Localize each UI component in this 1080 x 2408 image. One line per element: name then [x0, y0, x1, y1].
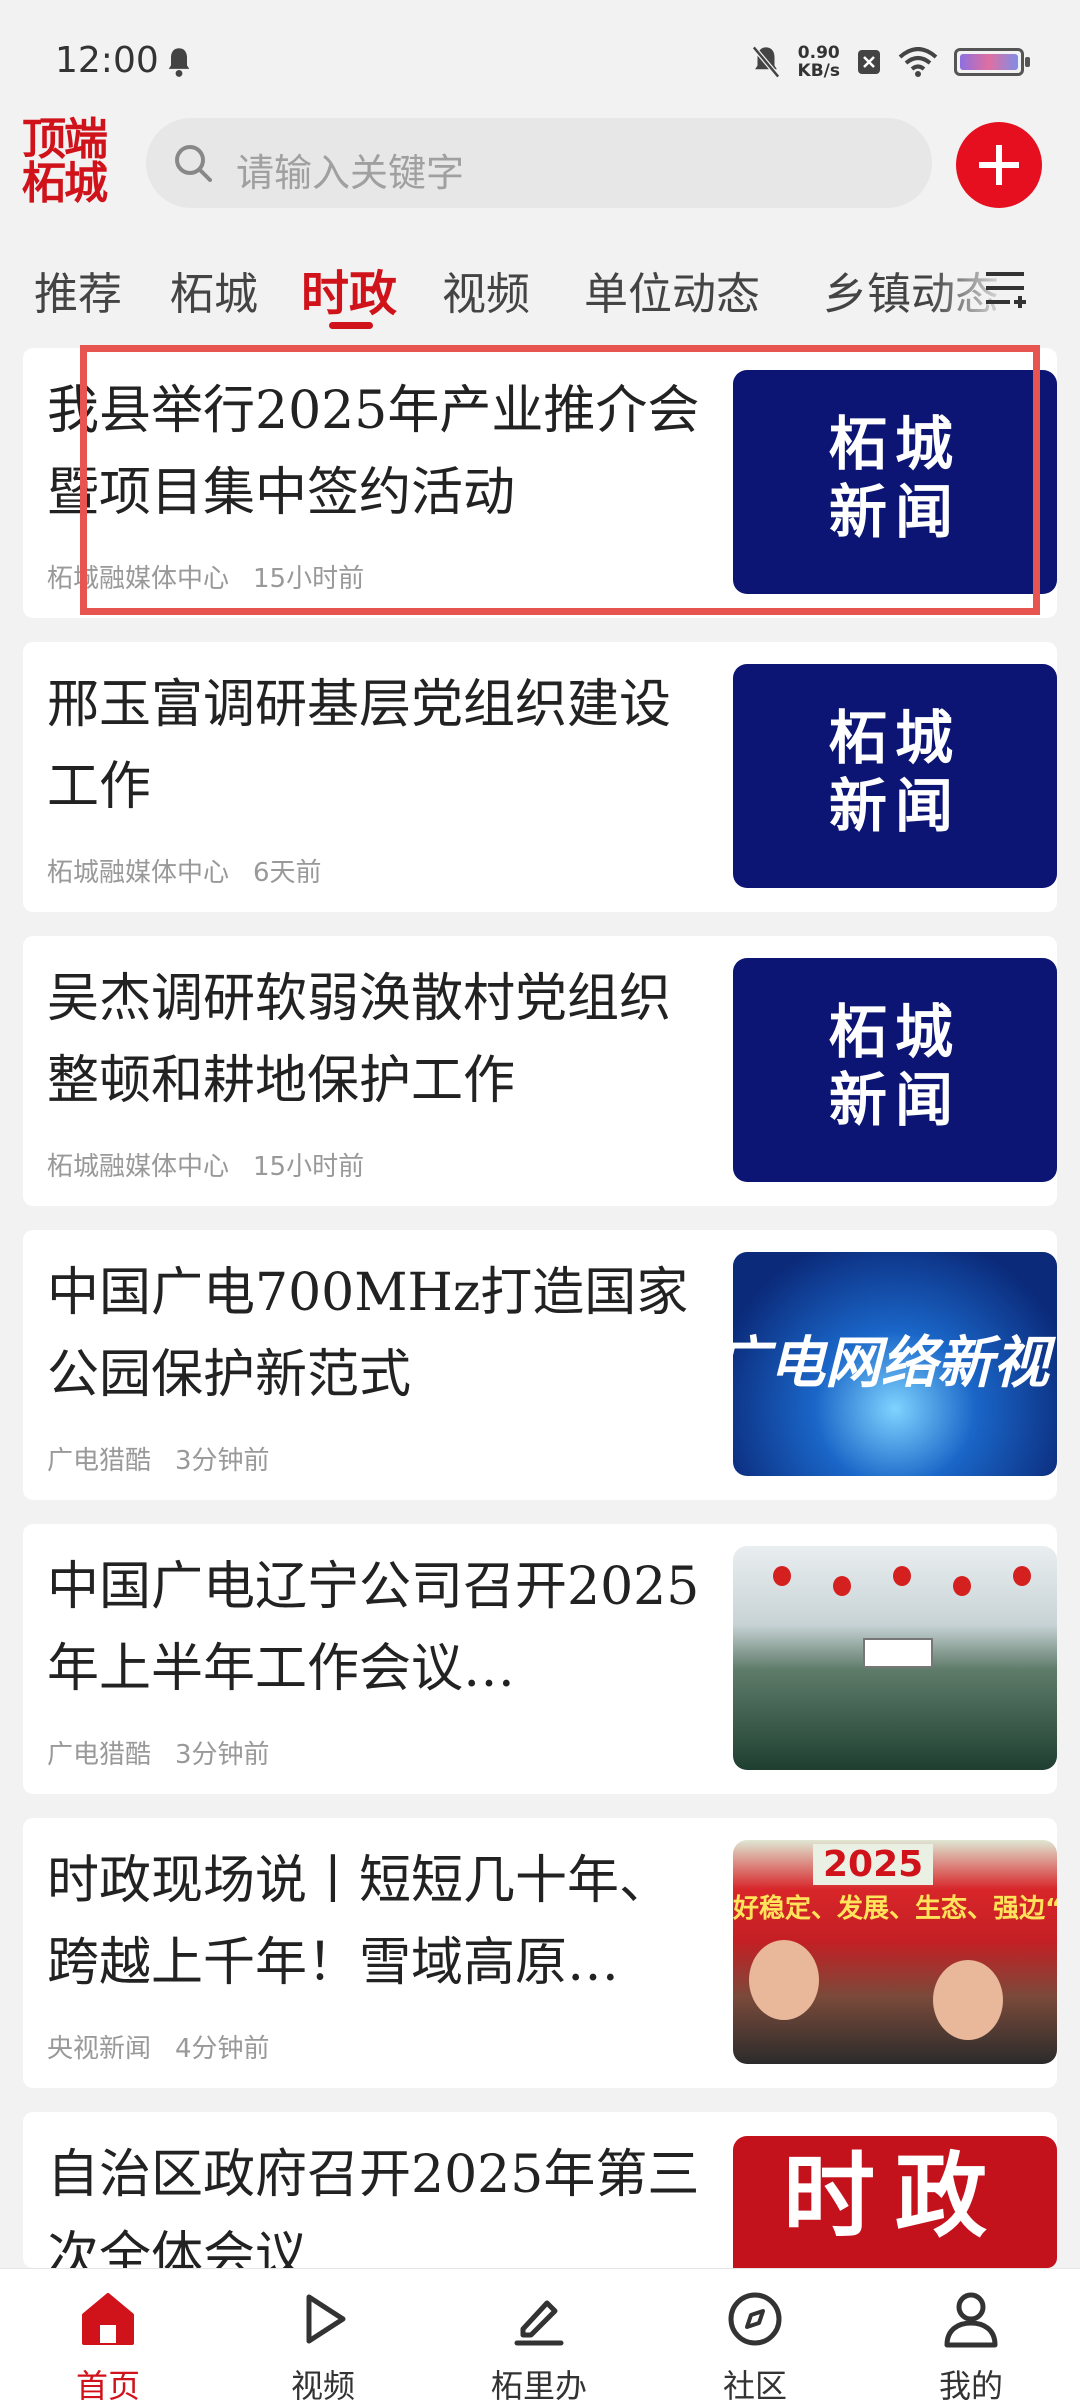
nav-home[interactable]: 首页 [33, 2269, 183, 2408]
play-icon [306, 2294, 346, 2344]
app-header: 顶端 柘城 请输入关键字 [0, 118, 1080, 228]
nav-video[interactable]: 视频 [248, 2269, 398, 2408]
article-thumbnail: 时政 [733, 2136, 1057, 2268]
search-input[interactable]: 请输入关键字 [146, 118, 932, 208]
article-meta: 央视新闻 4分钟前 [47, 2034, 270, 2064]
article-card[interactable]: 邢玉富调研基层党组织建设工作 柘城融媒体中心 6天前 柘城 新闻 [23, 642, 1057, 912]
wifi-icon [898, 47, 938, 77]
article-card[interactable]: 中国广电700MHz打造国家公园保护新范式 广电猎酷 3分钟前 广电网络新视 [23, 1230, 1057, 1500]
bottom-navigation: 首页 视频 柘里办 社区 我的 [0, 2268, 1080, 2408]
sim-off-icon [858, 50, 880, 74]
app-logo[interactable]: 顶端 柘城 [22, 118, 122, 210]
article-title: 吴杰调研软弱涣散村党组织整顿和耕地保护工作 [47, 969, 672, 1111]
tab-unit-news[interactable]: 单位动态 [584, 258, 760, 322]
article-meta: 柘城融媒体中心 15小时前 [47, 564, 365, 594]
article-title: 中国广电700MHz打造国家公园保护新范式 [47, 1263, 689, 1405]
tab-zhecheng[interactable]: 柘城 [170, 258, 258, 322]
article-card[interactable]: 中国广电辽宁公司召开2025年上半年工作会议… 广电猎酷 3分钟前 [23, 1524, 1057, 1794]
article-card[interactable]: 我县举行2025年产业推介会暨项目集中签约活动 柘城融媒体中心 15小时前 柘城新… [23, 348, 1057, 618]
article-title: 自治区政府召开2025年第三次全体会议 [47, 2145, 700, 2268]
channel-tabs: 推荐 柘城 时政 视频 单位动态 乡镇动态 [0, 250, 1080, 340]
user-icon [944, 2292, 998, 2348]
nav-community[interactable]: 社区 [680, 2269, 830, 2408]
battery-icon [954, 48, 1030, 76]
article-card[interactable]: 自治区政府召开2025年第三次全体会议 时政 [23, 2112, 1057, 2268]
compass-icon [728, 2292, 782, 2346]
home-icon [82, 2293, 134, 2345]
article-meta: 广电猎酷 3分钟前 [47, 1740, 270, 1770]
search-icon [175, 145, 212, 182]
article-thumbnail: 柘城 新闻 [733, 370, 1057, 594]
nav-zheliban[interactable]: 柘里办 [464, 2269, 614, 2408]
mute-bell-icon [751, 45, 780, 79]
nav-profile[interactable]: 我的 [896, 2269, 1046, 2408]
channel-menu-icon[interactable] [984, 266, 1030, 310]
article-meta: 柘城融媒体中心 15小时前 [47, 1152, 365, 1182]
network-speed: 0.90 KB/s [797, 43, 840, 81]
article-thumbnail: 2025 好稳定、发展、生态、强边“四件大事 [733, 1840, 1057, 2064]
article-title: 中国广电辽宁公司召开2025年上半年工作会议… [47, 1557, 700, 1699]
tab-politics[interactable]: 时政 [301, 254, 397, 324]
article-thumbnail: 广电网络新视 [733, 1252, 1057, 1476]
edit-icon [514, 2300, 564, 2346]
article-thumbnail: 柘城 新闻 [733, 664, 1057, 888]
article-title: 我县举行2025年产业推介会暨项目集中签约活动 [47, 381, 700, 523]
article-thumbnail: 柘城 新闻 [733, 958, 1057, 1182]
article-title: 邢玉富调研基层党组织建设工作 [47, 675, 672, 817]
active-tab-indicator [329, 322, 373, 329]
status-time: 12:00 [55, 40, 159, 81]
search-placeholder: 请输入关键字 [236, 151, 465, 195]
article-card[interactable]: 时政现场说丨短短几十年、跨越上千年！雪域高原… 央视新闻 4分钟前 2025 好稳… [23, 1818, 1057, 2088]
article-thumbnail [733, 1546, 1057, 1770]
article-card[interactable]: 吴杰调研软弱涣散村党组织整顿和耕地保护工作 柘城融媒体中心 15小时前 柘城 新闻 [23, 936, 1057, 1206]
notification-bell-icon [168, 48, 190, 77]
article-meta: 柘城融媒体中心 6天前 [47, 858, 322, 888]
add-button[interactable] [956, 122, 1042, 208]
article-title: 时政现场说丨短短几十年、跨越上千年！雪域高原… [47, 1851, 672, 1993]
tab-video[interactable]: 视频 [442, 258, 530, 322]
status-bar: 12:00 0.90 KB/s [0, 0, 1080, 120]
tab-recommend[interactable]: 推荐 [34, 258, 122, 322]
article-meta: 广电猎酷 3分钟前 [47, 1446, 270, 1476]
